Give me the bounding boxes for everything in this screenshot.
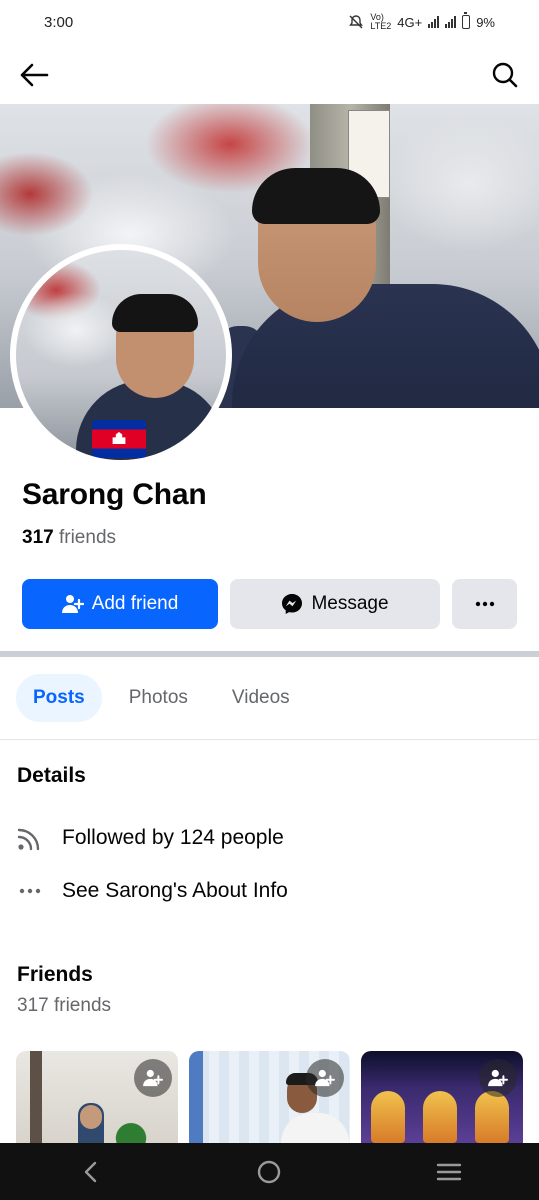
avatar-photo bbox=[16, 250, 226, 460]
profile-friends-count[interactable]: 317 friends bbox=[22, 527, 116, 549]
add-friend-button[interactable]: Add friend bbox=[22, 579, 218, 629]
add-friend-badge[interactable] bbox=[306, 1059, 345, 1097]
tab-videos[interactable]: Videos bbox=[215, 674, 307, 722]
add-friend-label: Add friend bbox=[91, 593, 179, 614]
friends-count-suffix: friends bbox=[58, 527, 117, 548]
detail-about-text: See Sarong's About Info bbox=[62, 879, 288, 902]
friend-photo-figure bbox=[371, 1091, 406, 1143]
friend-photo-figure bbox=[423, 1091, 458, 1143]
friend-card[interactable] bbox=[361, 1051, 524, 1143]
add-friend-icon bbox=[61, 595, 84, 613]
battery-icon bbox=[462, 12, 471, 29]
profile-actions: Add friend Message bbox=[22, 579, 517, 629]
friends-title: Friends bbox=[17, 963, 93, 986]
friend-photo-body bbox=[280, 1113, 349, 1143]
friend-photo-head bbox=[80, 1105, 102, 1129]
signal-icon-2 bbox=[445, 16, 457, 28]
status-icons: Vo) LTE2 4G+ 9% bbox=[348, 12, 495, 31]
friend-photo-wall bbox=[188, 1051, 203, 1143]
add-friend-icon bbox=[315, 1069, 336, 1087]
signal-icon bbox=[428, 16, 440, 28]
cover-person-hair bbox=[252, 168, 380, 224]
details-title: Details bbox=[17, 764, 86, 787]
profile-name: Sarong Chan bbox=[22, 478, 207, 511]
add-friend-badge[interactable] bbox=[133, 1059, 172, 1097]
friend-cards bbox=[16, 1051, 524, 1143]
top-nav bbox=[0, 48, 539, 102]
add-friend-icon bbox=[142, 1069, 163, 1087]
battery-percent: 9% bbox=[476, 14, 495, 30]
message-button[interactable]: Message bbox=[230, 579, 440, 629]
mute-icon bbox=[349, 15, 364, 29]
friend-card[interactable] bbox=[188, 1051, 351, 1143]
detail-followers-text: Followed by 124 people bbox=[62, 826, 284, 849]
friends-count-number: 317 bbox=[22, 527, 54, 548]
profile-tabs: Posts Photos Videos bbox=[16, 674, 307, 722]
search-button[interactable] bbox=[487, 57, 523, 93]
message-label: Message bbox=[311, 593, 389, 614]
section-divider bbox=[0, 651, 539, 657]
system-home-button[interactable] bbox=[239, 1143, 299, 1200]
system-back-button[interactable] bbox=[60, 1143, 120, 1200]
search-icon bbox=[492, 62, 518, 88]
back-button[interactable] bbox=[16, 57, 52, 93]
messenger-icon bbox=[282, 594, 303, 614]
friend-card[interactable] bbox=[16, 1051, 178, 1143]
tab-posts[interactable]: Posts bbox=[16, 674, 102, 722]
detail-about-info[interactable]: See Sarong's About Info bbox=[16, 877, 288, 905]
friend-photo-figure bbox=[475, 1091, 510, 1143]
avatar-hair bbox=[112, 294, 198, 332]
profile-avatar[interactable] bbox=[10, 244, 232, 466]
network-bottom-label: LTE2 bbox=[370, 21, 392, 31]
friend-photo-tree bbox=[30, 1051, 42, 1143]
cambodia-flag-icon bbox=[92, 420, 146, 458]
more-horizontal-icon bbox=[16, 877, 44, 905]
network-type: 4G+ bbox=[397, 14, 423, 30]
tabs-divider bbox=[0, 739, 539, 740]
system-recents-button[interactable] bbox=[419, 1143, 479, 1200]
chevron-left-icon bbox=[84, 1161, 97, 1182]
friend-photo-plant bbox=[106, 1111, 156, 1143]
android-nav-bar bbox=[0, 1143, 539, 1200]
menu-icon bbox=[436, 1163, 462, 1180]
arrow-left-icon bbox=[20, 63, 49, 87]
home-circle-icon bbox=[258, 1160, 281, 1183]
friends-section-count: 317 friends bbox=[17, 995, 112, 1016]
detail-followers[interactable]: Followed by 124 people bbox=[16, 824, 284, 852]
rss-icon bbox=[16, 824, 44, 852]
status-time: 3:00 bbox=[44, 13, 74, 31]
status-bar: 3:00 Vo) LTE2 4G+ 9% bbox=[0, 0, 539, 44]
tab-photos[interactable]: Photos bbox=[112, 674, 205, 722]
add-friend-badge[interactable] bbox=[479, 1059, 518, 1097]
add-friend-icon bbox=[488, 1069, 509, 1087]
more-options-button[interactable] bbox=[452, 579, 517, 629]
more-horizontal-icon bbox=[475, 601, 494, 607]
